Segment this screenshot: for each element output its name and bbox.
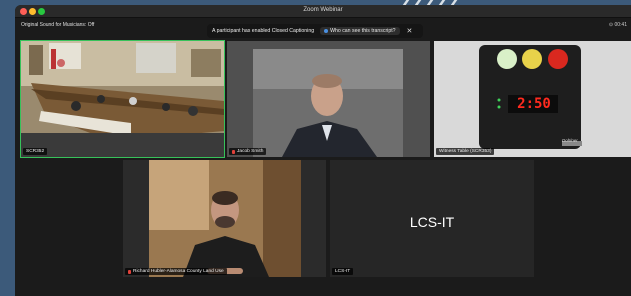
mic-off-icon	[232, 149, 235, 154]
video-tile-jacob-smith[interactable]: Jacob Smith	[227, 41, 430, 157]
transcript-visibility-button[interactable]: Who can see this transcript?	[320, 27, 400, 35]
window-title: Zoom Webinar	[303, 7, 343, 13]
participant-video	[123, 160, 326, 277]
participant-name-label: Richard Hubler-Alamosa County Land Use	[125, 268, 227, 275]
speaker-video	[227, 41, 430, 157]
video-tile-lcs-it[interactable]: LCS-IT LCS-IT	[330, 160, 534, 277]
video-tile-witness-table[interactable]: 2:50 Dohlner Witness Table (SCR353)	[434, 41, 631, 157]
video-tile-richard-hubler[interactable]: Richard Hubler-Alamosa County Land Use	[123, 160, 326, 277]
participant-name-label: SCR352	[23, 148, 48, 155]
people-icon	[324, 29, 329, 33]
participant-name: Richard Hubler-Alamosa County Land Use	[133, 269, 224, 274]
participant-name: SCR352	[26, 149, 45, 154]
zoom-window: Zoom Webinar Original Sound for Musician…	[15, 5, 631, 296]
title-bar: Zoom Webinar	[15, 5, 631, 18]
close-icon[interactable]: ✕	[407, 28, 413, 35]
timer-display: 2:50	[517, 96, 551, 112]
participant-name-label: Jacob Smith	[229, 148, 267, 155]
participant-name-label: LCS-IT	[332, 268, 354, 275]
chamber-video	[21, 41, 224, 157]
participant-display-name: LCS-IT	[409, 214, 455, 230]
mic-off-icon	[128, 269, 131, 274]
participant-name: Witness Table (SCR353)	[439, 149, 492, 154]
meeting-timer: ⊙ 00:41	[608, 22, 627, 28]
original-sound-status[interactable]: Original Sound for Musicians: Off	[21, 22, 94, 28]
timer-brand: Dohlner	[562, 138, 578, 143]
timer-value: 00:41	[614, 22, 627, 28]
cc-banner-text: A participant has enabled Closed Caption…	[212, 28, 315, 34]
closed-caption-banner: A participant has enabled Closed Caption…	[207, 24, 423, 38]
participant-name: Jacob Smith	[237, 149, 264, 154]
participant-name-label: Witness Table (SCR353)	[436, 148, 495, 155]
video-tile-scr352[interactable]: SCR352	[20, 40, 225, 158]
participant-name: LCS-IT	[335, 269, 351, 274]
transcript-visibility-label: Who can see this transcript?	[330, 28, 396, 34]
